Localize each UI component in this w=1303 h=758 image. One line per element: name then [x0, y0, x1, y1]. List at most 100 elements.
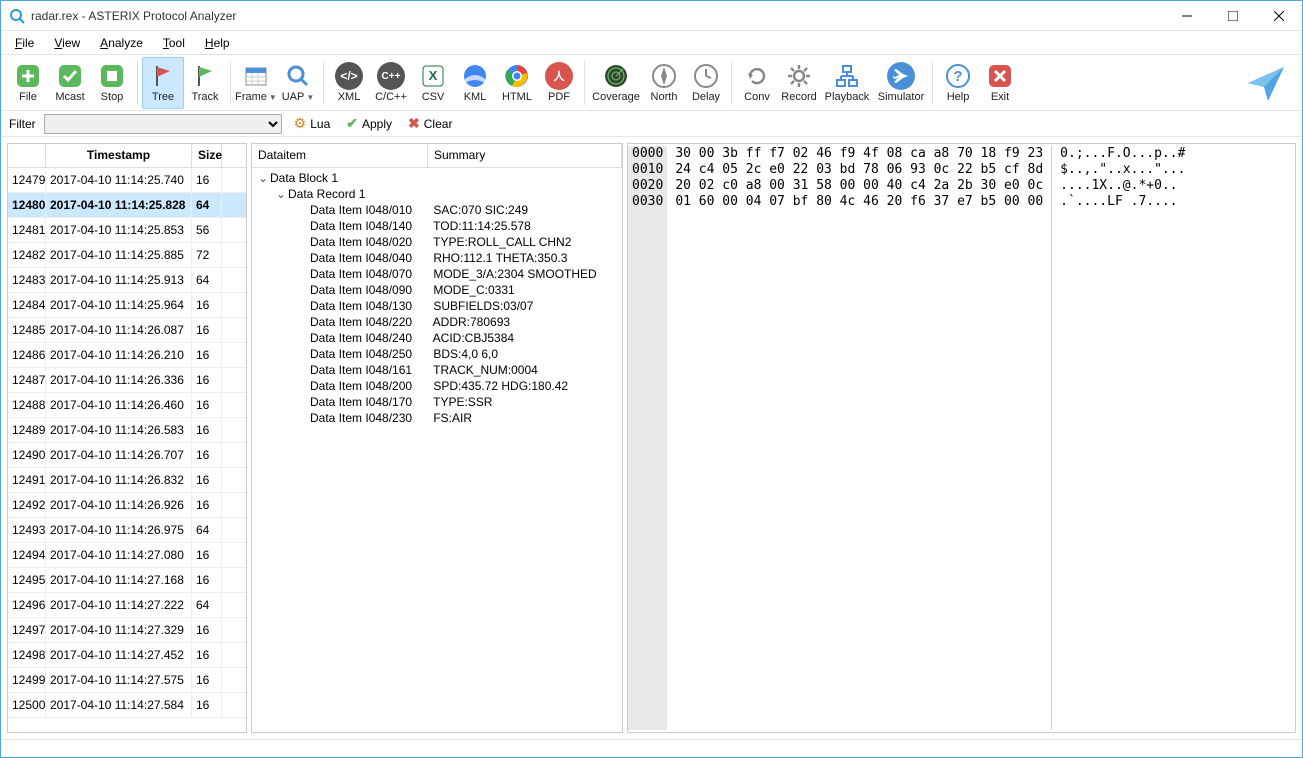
- lua-icon: ⚙: [294, 115, 307, 132]
- tree-item[interactable]: Data Item I048/020 TYPE:ROLL_CALL CHN2: [252, 234, 622, 250]
- table-row[interactable]: 124842017-04-10 11:14:25.96416: [8, 293, 246, 318]
- tree-item[interactable]: Data Item I048/170 TYPE:SSR: [252, 394, 622, 410]
- table-row[interactable]: 124872017-04-10 11:14:26.33616: [8, 368, 246, 393]
- col-index[interactable]: [8, 144, 46, 167]
- send-icon[interactable]: [1246, 63, 1286, 103]
- hex-pane: 0000 0010 0020 0030 30 00 3b ff f7 02 46…: [627, 143, 1296, 733]
- close-button[interactable]: [1256, 1, 1302, 31]
- table-row[interactable]: 124802017-04-10 11:14:25.82864: [8, 193, 246, 218]
- content-area: Timestamp Size 124792017-04-10 11:14:25.…: [1, 137, 1302, 739]
- table-row[interactable]: 124902017-04-10 11:14:26.70716: [8, 443, 246, 468]
- tree-item[interactable]: Data Item I048/040 RHO:112.1 THETA:350.3: [252, 250, 622, 266]
- tree-item[interactable]: Data Item I048/240 ACID:CBJ5384: [252, 330, 622, 346]
- table-row[interactable]: 124792017-04-10 11:14:25.74016: [8, 168, 246, 193]
- col-timestamp[interactable]: Timestamp: [46, 144, 192, 167]
- hex-view[interactable]: 0000 0010 0020 0030 30 00 3b ff f7 02 46…: [628, 144, 1295, 732]
- lua-button[interactable]: ⚙Lua: [290, 115, 335, 132]
- minimize-button[interactable]: [1164, 1, 1210, 31]
- toolbar-conv-button[interactable]: Conv: [736, 57, 778, 109]
- col-dataitem[interactable]: Dataitem: [252, 144, 428, 167]
- menu-bar: File View Analyze Tool Help: [1, 31, 1302, 55]
- tree-item[interactable]: Data Item I048/070 MODE_3/A:2304 SMOOTHE…: [252, 266, 622, 282]
- separator: [731, 61, 732, 105]
- toolbar-exit-button[interactable]: Exit: [979, 57, 1021, 109]
- network-icon: [833, 62, 861, 90]
- toolbar-ccpp-button[interactable]: C++C/C++: [370, 57, 412, 109]
- toolbar-north-button[interactable]: North: [643, 57, 685, 109]
- menu-tool[interactable]: Tool: [153, 34, 195, 52]
- compass-icon: [650, 62, 678, 90]
- toolbar-playback-button[interactable]: Playback: [820, 57, 874, 109]
- cpp-icon: C++: [377, 62, 405, 90]
- toolbar-file-button[interactable]: File: [7, 57, 49, 109]
- x-icon: ✖: [408, 115, 420, 132]
- toolbar-stop-button[interactable]: Stop: [91, 57, 133, 109]
- table-row[interactable]: 124952017-04-10 11:14:27.16816: [8, 568, 246, 593]
- table-row[interactable]: 124932017-04-10 11:14:26.97564: [8, 518, 246, 543]
- table-row[interactable]: 124972017-04-10 11:14:27.32916: [8, 618, 246, 643]
- table-row[interactable]: 125002017-04-10 11:14:27.58416: [8, 693, 246, 718]
- toolbar-track-button[interactable]: Track: [184, 57, 226, 109]
- toolbar-tree-button[interactable]: Tree: [142, 57, 184, 109]
- tree-item[interactable]: Data Item I048/130 SUBFIELDS:03/07: [252, 298, 622, 314]
- filter-select[interactable]: [44, 114, 282, 134]
- tree-record[interactable]: ⌄Data Record 1: [252, 186, 622, 202]
- tree-block[interactable]: ⌄Data Block 1: [252, 170, 622, 186]
- tree-item[interactable]: Data Item I048/161 TRACK_NUM:0004: [252, 362, 622, 378]
- radar-icon: [602, 62, 630, 90]
- tree-item[interactable]: Data Item I048/230 FS:AIR: [252, 410, 622, 426]
- toolbar-mcast-button[interactable]: Mcast: [49, 57, 91, 109]
- tree-item[interactable]: Data Item I048/090 MODE_C:0331: [252, 282, 622, 298]
- col-size[interactable]: Size: [192, 144, 222, 167]
- tree-item[interactable]: Data Item I048/200 SPD:435.72 HDG:180.42: [252, 378, 622, 394]
- separator: [932, 61, 933, 105]
- tree-body[interactable]: ⌄Data Block 1 ⌄Data Record 1Data Item I0…: [252, 168, 622, 732]
- table-row[interactable]: 124822017-04-10 11:14:25.88572: [8, 243, 246, 268]
- toolbar-coverage-button[interactable]: Coverage: [589, 57, 643, 109]
- packet-list-body[interactable]: 124792017-04-10 11:14:25.74016124802017-…: [8, 168, 246, 732]
- table-row[interactable]: 124832017-04-10 11:14:25.91364: [8, 268, 246, 293]
- status-bar: [1, 739, 1302, 757]
- title-bar: radar.rex - ASTERIX Protocol Analyzer: [1, 1, 1302, 31]
- toolbar-kml-button[interactable]: KML: [454, 57, 496, 109]
- check-icon: [56, 62, 84, 90]
- apply-button[interactable]: ✔Apply: [342, 115, 396, 132]
- clock-icon: [692, 62, 720, 90]
- table-row[interactable]: 124882017-04-10 11:14:26.46016: [8, 393, 246, 418]
- table-row[interactable]: 124892017-04-10 11:14:26.58316: [8, 418, 246, 443]
- toolbar-uap-button[interactable]: UAP▼: [277, 57, 319, 109]
- toolbar-delay-button[interactable]: Delay: [685, 57, 727, 109]
- table-row[interactable]: 124992017-04-10 11:14:27.57516: [8, 668, 246, 693]
- col-summary[interactable]: Summary: [428, 144, 622, 167]
- table-row[interactable]: 124912017-04-10 11:14:26.83216: [8, 468, 246, 493]
- flag-green-icon: [191, 62, 219, 90]
- tree-item[interactable]: Data Item I048/220 ADDR:780693: [252, 314, 622, 330]
- tree-item[interactable]: Data Item I048/250 BDS:4,0 6,0: [252, 346, 622, 362]
- table-row[interactable]: 124922017-04-10 11:14:26.92616: [8, 493, 246, 518]
- toolbar-pdf-button[interactable]: 人PDF: [538, 57, 580, 109]
- table-row[interactable]: 124812017-04-10 11:14:25.85356: [8, 218, 246, 243]
- toolbar-help-button[interactable]: ?Help: [937, 57, 979, 109]
- toolbar-record-button[interactable]: Record: [778, 57, 820, 109]
- toolbar-html-button[interactable]: HTML: [496, 57, 538, 109]
- app-icon: [9, 8, 25, 24]
- clear-button[interactable]: ✖Clear: [404, 115, 456, 132]
- toolbar-csv-button[interactable]: XCSV: [412, 57, 454, 109]
- menu-analyze[interactable]: Analyze: [90, 34, 153, 52]
- toolbar-frame-button[interactable]: Frame▼: [235, 57, 277, 109]
- maximize-button[interactable]: [1210, 1, 1256, 31]
- tree-header: Dataitem Summary: [252, 144, 622, 168]
- table-row[interactable]: 124982017-04-10 11:14:27.45216: [8, 643, 246, 668]
- help-icon: ?: [944, 62, 972, 90]
- menu-view[interactable]: View: [44, 34, 90, 52]
- menu-help[interactable]: Help: [195, 34, 240, 52]
- toolbar-xml-button[interactable]: </>XML: [328, 57, 370, 109]
- tree-item[interactable]: Data Item I048/140 TOD:11:14:25.578: [252, 218, 622, 234]
- tree-item[interactable]: Data Item I048/010 SAC:070 SIC:249: [252, 202, 622, 218]
- table-row[interactable]: 124942017-04-10 11:14:27.08016: [8, 543, 246, 568]
- table-row[interactable]: 124852017-04-10 11:14:26.08716: [8, 318, 246, 343]
- table-row[interactable]: 124962017-04-10 11:14:27.22264: [8, 593, 246, 618]
- table-row[interactable]: 124862017-04-10 11:14:26.21016: [8, 343, 246, 368]
- toolbar-simulator-button[interactable]: Simulator: [874, 57, 928, 109]
- menu-file[interactable]: File: [5, 34, 44, 52]
